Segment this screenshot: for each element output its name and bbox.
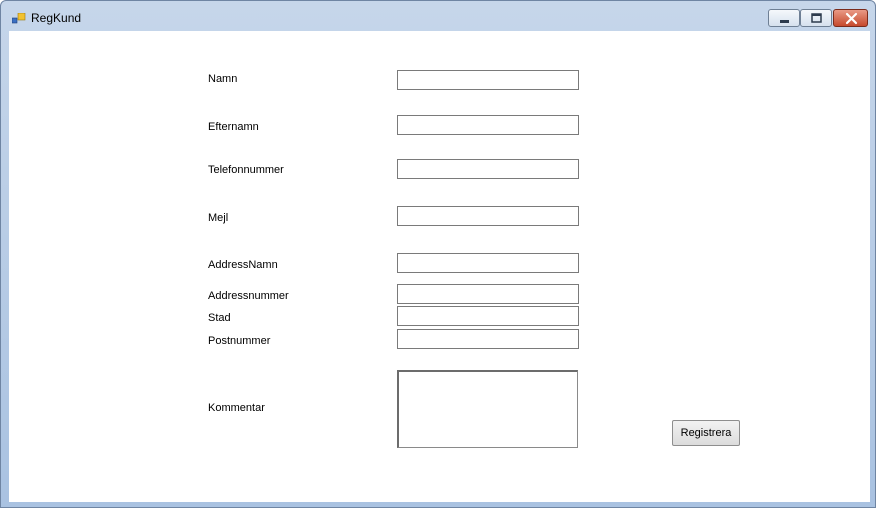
close-button[interactable] (833, 9, 868, 27)
addressnamn-field[interactable] (397, 253, 579, 273)
stad-input[interactable] (398, 308, 578, 326)
addressnamn-input[interactable] (398, 255, 578, 273)
form-area: Namn Efternamn Telefonnummer Mejl Addres… (9, 31, 870, 502)
maximize-icon (811, 13, 822, 23)
mejl-label: Mejl (208, 212, 229, 224)
minimize-icon (780, 20, 789, 23)
efternamn-label: Efternamn (208, 121, 259, 133)
addressnummer-field[interactable] (397, 284, 579, 304)
telefonnummer-field[interactable] (397, 159, 579, 179)
efternamn-field[interactable] (397, 115, 579, 135)
postnummer-input[interactable] (398, 331, 578, 349)
app-window: RegKund Namn Efternamn Telefonnummer Mej… (0, 0, 876, 508)
namn-label: Namn (208, 73, 238, 85)
stad-field[interactable] (397, 306, 579, 326)
efternamn-input[interactable] (398, 117, 578, 135)
telefonnummer-label: Telefonnummer (208, 164, 284, 176)
stad-label: Stad (208, 312, 231, 324)
window-title: RegKund (31, 11, 82, 25)
title-bar[interactable]: RegKund (1, 1, 875, 31)
addressnummer-label: Addressnummer (208, 290, 289, 302)
app-icon (11, 12, 26, 24)
telefonnummer-input[interactable] (398, 161, 578, 179)
kommentar-textarea[interactable] (399, 372, 577, 447)
addressnummer-input[interactable] (398, 286, 578, 304)
postnummer-field[interactable] (397, 329, 579, 349)
kommentar-field[interactable] (397, 370, 578, 448)
mejl-field[interactable] (397, 206, 579, 226)
registrera-button[interactable]: Registrera (672, 420, 740, 446)
kommentar-label: Kommentar (208, 402, 265, 414)
mejl-input[interactable] (398, 208, 578, 226)
postnummer-label: Postnummer (208, 335, 271, 347)
close-icon (845, 12, 858, 25)
maximize-button[interactable] (800, 9, 832, 27)
namn-field[interactable] (397, 70, 579, 90)
minimize-button[interactable] (768, 9, 800, 27)
namn-input[interactable] (398, 72, 578, 90)
addressnamn-label: AddressNamn (208, 259, 278, 271)
